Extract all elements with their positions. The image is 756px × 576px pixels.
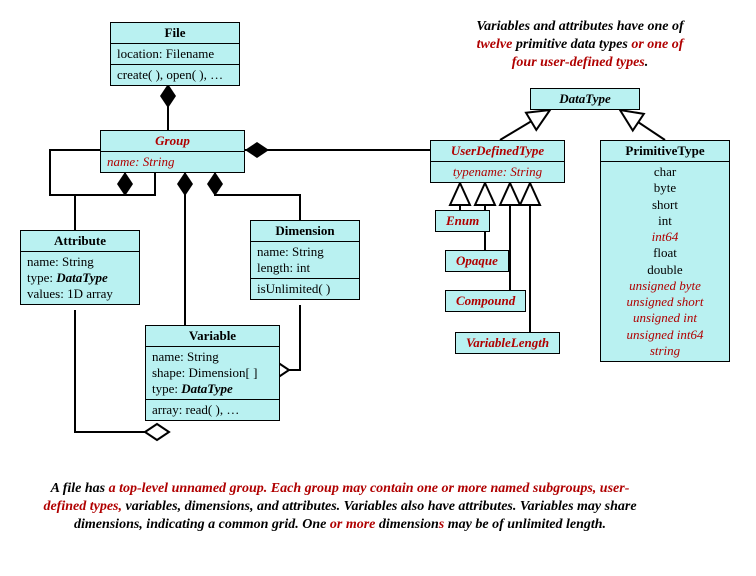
variable-r4: array: read( ), … [146,400,279,420]
top-caption-l3b: . [645,55,649,70]
primitive-item: int [607,213,723,229]
primitive-item: int64 [607,229,723,245]
class-variablelength: VariableLength [455,332,560,354]
dimension-r3: isUnlimited( ) [251,279,359,299]
file-title: File [111,23,239,44]
class-datatype: DataType [530,88,640,110]
dimension-title: Dimension [251,221,359,242]
class-dimension: Dimension name: String length: int isUnl… [250,220,360,300]
class-userdefinedtype: UserDefinedType typename: String [430,140,565,183]
class-file: File location: Filename create( ), open(… [110,22,240,86]
bc-p1: A file has [51,481,109,496]
udt-attr: typename: String [431,162,564,182]
file-loc: location: Filename [111,44,239,65]
primitive-item: unsigned int [607,310,723,326]
group-attr: name: String [101,152,244,172]
bc-p4: or more [330,517,376,532]
class-attribute: Attribute name: String type: DataType va… [20,230,140,305]
top-caption: Variables and attributes have one of twe… [420,18,740,73]
attribute-r2a: type: [27,270,56,285]
primitive-item: double [607,262,723,278]
datatype-title: DataType [531,89,639,109]
attribute-r1: name: String [27,254,133,270]
dimension-r2: length: int [257,260,353,276]
dimension-r1: name: String [257,244,353,260]
attribute-title: Attribute [21,231,139,252]
group-title: Group [101,131,244,152]
primitive-item: unsigned short [607,294,723,310]
attribute-r3: values: 1D array [27,286,133,302]
variable-r1: name: String [152,349,273,365]
variable-r2: shape: Dimension[ ] [152,365,273,381]
primitive-item: byte [607,180,723,196]
class-enum: Enum [435,210,490,232]
class-primitivetype: PrimitiveType charbyteshortintint64float… [600,140,730,362]
top-caption-l1: Variables and attributes have one of [476,19,683,34]
primitive-item: unsigned byte [607,278,723,294]
bottom-caption: A file has a top-level unnamed group. Ea… [40,480,640,535]
attribute-r2b: DataType [56,270,108,285]
primitive-item: float [607,245,723,261]
primitive-list: charbyteshortintint64floatdoubleunsigned… [601,162,729,361]
top-caption-l3a: four user-defined types [512,55,645,70]
top-caption-l2c: or one of [631,37,683,52]
bc-p5: dimension [375,517,438,532]
top-caption-twelve: twelve [477,37,513,52]
bc-p7: may be of unlimited length. [444,517,606,532]
primitive-title: PrimitiveType [601,141,729,162]
variable-r3b: DataType [181,381,233,396]
file-ops: create( ), open( ), … [111,65,239,85]
primitive-item: string [607,343,723,359]
class-group: Group name: String [100,130,245,173]
variable-title: Variable [146,326,279,347]
primitive-item: char [607,164,723,180]
top-caption-l2b: primitive data types [512,37,631,52]
primitive-item: short [607,197,723,213]
class-variable: Variable name: String shape: Dimension[ … [145,325,280,421]
udt-title: UserDefinedType [431,141,564,162]
primitive-item: unsigned int64 [607,327,723,343]
class-opaque: Opaque [445,250,509,272]
class-compound: Compound [445,290,526,312]
variable-r3a: type: [152,381,181,396]
